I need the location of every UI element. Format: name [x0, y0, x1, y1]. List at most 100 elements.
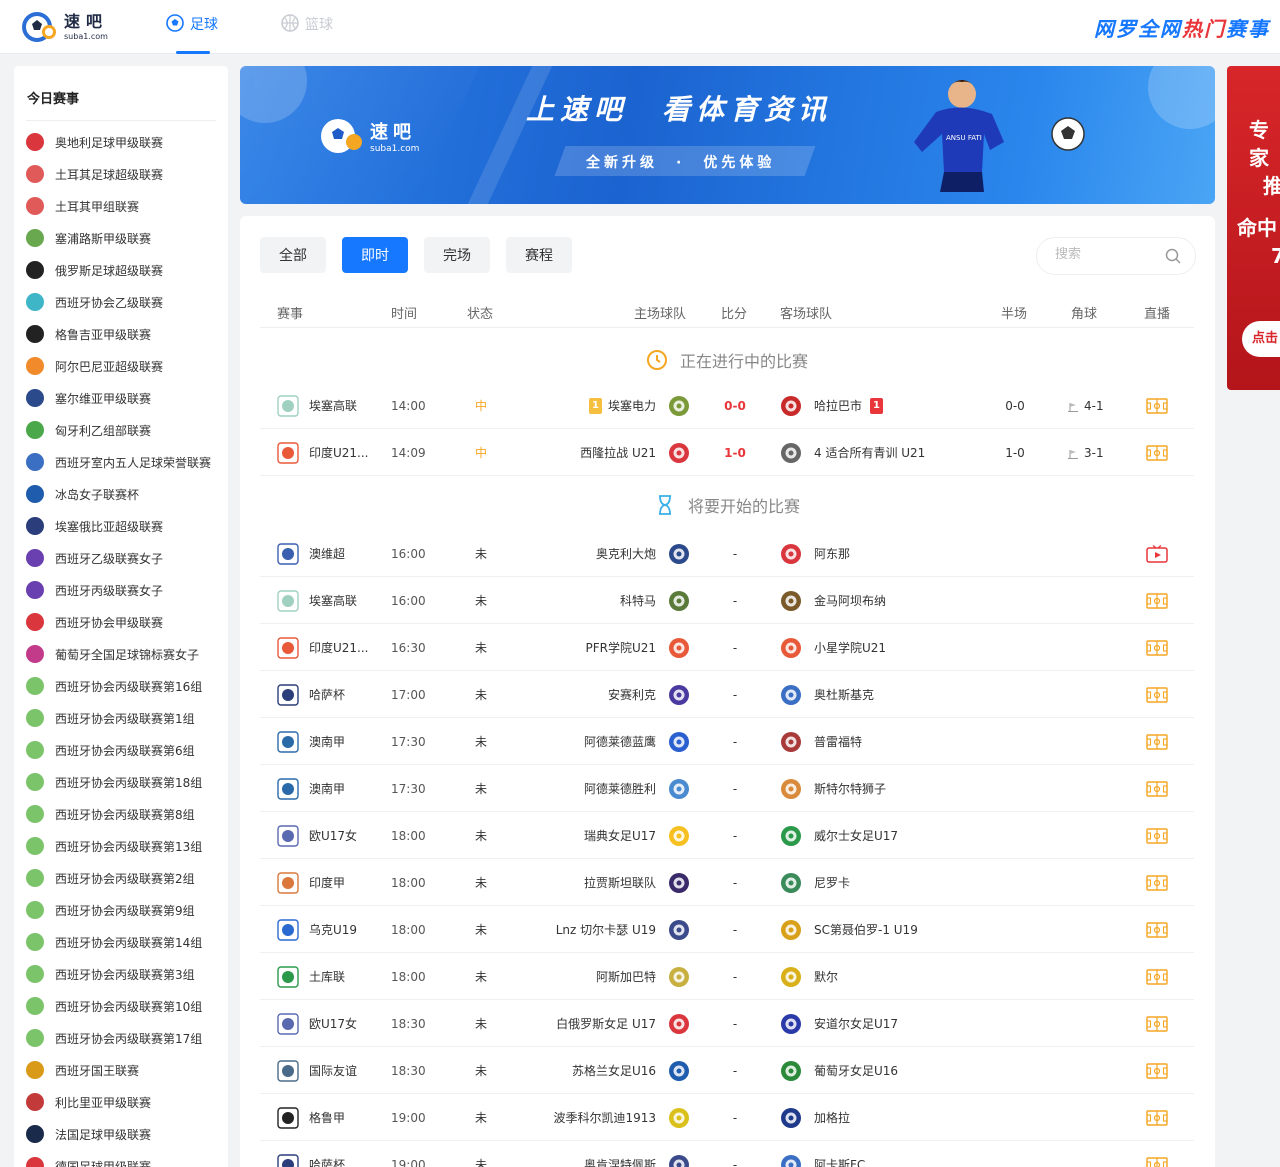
home-team[interactable]: 阿德莱德胜利	[584, 765, 690, 812]
match-league[interactable]: 埃塞高联	[277, 577, 387, 624]
live-field-icon[interactable]	[1146, 1000, 1168, 1047]
match-league[interactable]: 澳南甲	[277, 718, 387, 765]
home-team[interactable]: 1 埃塞电力	[588, 382, 690, 429]
match-league[interactable]: 哈萨杯	[277, 671, 387, 718]
home-team[interactable]: 拉贾斯坦联队	[584, 859, 690, 906]
filter-tab-schedule[interactable]: 赛程	[506, 237, 572, 273]
sidebar-league-item[interactable]: 西班牙协会丙级联赛第3组	[26, 958, 226, 990]
live-field-icon[interactable]	[1146, 382, 1168, 429]
away-team[interactable]: 4 适合所有青训 U21	[780, 429, 925, 476]
live-field-icon[interactable]	[1146, 429, 1168, 476]
away-team[interactable]: SC第聂伯罗-1 U19	[780, 906, 918, 953]
search-icon[interactable]	[1165, 248, 1181, 264]
sidebar-league-item[interactable]: 西班牙协会丙级联赛第8组	[26, 798, 226, 830]
away-team[interactable]: 加格拉	[780, 1094, 850, 1141]
match-row[interactable]: 印度甲 18:00 未 拉贾斯坦联队 - 尼罗卡	[260, 859, 1194, 906]
home-team[interactable]: 阿斯加巴特	[596, 953, 690, 1000]
home-team[interactable]: 波季科尔凯迪1913	[553, 1094, 690, 1141]
match-league[interactable]: 土库联	[277, 953, 387, 1000]
site-logo[interactable]: 速吧 suba1.com	[20, 10, 108, 44]
sidebar-league-item[interactable]: 塞尔维亚甲级联赛	[26, 382, 226, 414]
sidebar-league-item[interactable]: 西班牙协会丙级联赛第6组	[26, 734, 226, 766]
match-league[interactable]: 印度甲	[277, 859, 387, 906]
sidebar-league-item[interactable]: 冰岛女子联赛杯	[26, 478, 226, 510]
match-league[interactable]: 欧U17女	[277, 1000, 387, 1047]
match-league[interactable]: 印度U21...	[277, 624, 387, 671]
away-team[interactable]: 威尔士女足U17	[780, 812, 898, 859]
sidebar-league-item[interactable]: 西班牙协会丙级联赛第9组	[26, 894, 226, 926]
match-row[interactable]: 埃塞高联 16:00 未 科特马 - 金马阿坝布纳	[260, 577, 1194, 624]
sidebar-league-item[interactable]: 西班牙协会丙级联赛第2组	[26, 862, 226, 894]
match-league[interactable]: 埃塞高联	[277, 382, 387, 429]
nav-tab-basketball[interactable]: 篮球	[281, 14, 333, 54]
sidebar-league-item[interactable]: 西班牙协会甲级联赛	[26, 606, 226, 638]
match-row[interactable]: 印度U21... 16:30 未 PFR学院U21 - 小星学院U21	[260, 624, 1194, 671]
away-team[interactable]: 安道尔女足U17	[780, 1000, 898, 1047]
home-team[interactable]: 阿德莱德蓝鹰	[584, 718, 690, 765]
sidebar-league-item[interactable]: 德国足球甲级联赛	[26, 1150, 226, 1167]
home-team[interactable]: 安赛利克	[608, 671, 690, 718]
match-league[interactable]: 格鲁甲	[277, 1094, 387, 1141]
home-team[interactable]: 奥肯涅特佩斯	[584, 1141, 690, 1167]
sidebar-league-item[interactable]: 西班牙协会丙级联赛第16组	[26, 670, 226, 702]
sidebar-league-item[interactable]: 西班牙协会丙级联赛第17组	[26, 1022, 226, 1054]
match-row[interactable]: 印度U21... 14:09 中 西隆拉战 U21 1-0 4 适合所有青训 U21 1-0…	[260, 429, 1194, 476]
sidebar-league-item[interactable]: 西班牙协会丙级联赛第1组	[26, 702, 226, 734]
sidebar-league-item[interactable]: 俄罗斯足球超级联赛	[26, 254, 226, 286]
live-field-icon[interactable]	[1146, 953, 1168, 1000]
match-league[interactable]: 乌克U19	[277, 906, 387, 953]
filter-tab-all[interactable]: 全部	[260, 237, 326, 273]
filter-tab-live[interactable]: 即时	[342, 237, 408, 273]
match-row[interactable]: 乌克U19 18:00 未 Lnz 切尔卡瑟 U19 - SC第聂伯罗-1 U19	[260, 906, 1194, 953]
match-row[interactable]: 哈萨杯 19:00 未 奥肯涅特佩斯 - 阿卡斯FC	[260, 1141, 1194, 1167]
sidebar-league-item[interactable]: 西班牙协会丙级联赛第10组	[26, 990, 226, 1022]
sidebar-league-item[interactable]: 奥地利足球甲级联赛	[26, 126, 226, 158]
live-video-icon[interactable]	[1146, 530, 1168, 577]
home-team[interactable]: 白俄罗斯女足 U17	[556, 1000, 690, 1047]
home-team[interactable]: PFR学院U21	[585, 624, 690, 671]
match-league[interactable]: 哈萨杯	[277, 1141, 387, 1167]
away-team[interactable]: 斯特尔特狮子	[780, 765, 886, 812]
expert-promo-ad[interactable]: 专家推 命中 7 点击	[1227, 66, 1280, 390]
promo-banner[interactable]: 速吧 suba1.com 上速吧 看体育资讯 全新升级 · 优先体验 ANSU …	[240, 66, 1215, 204]
sidebar-league-item[interactable]: 利比里亚甲级联赛	[26, 1086, 226, 1118]
sidebar-league-item[interactable]: 法国足球甲级联赛	[26, 1118, 226, 1150]
match-row[interactable]: 国际友谊 18:30 未 苏格兰女足U16 - 葡萄牙女足U16	[260, 1047, 1194, 1094]
match-league[interactable]: 澳南甲	[277, 765, 387, 812]
sidebar-league-item[interactable]: 格鲁吉亚甲级联赛	[26, 318, 226, 350]
search-input[interactable]	[1055, 247, 1155, 262]
live-field-icon[interactable]	[1146, 765, 1168, 812]
home-team[interactable]: 西隆拉战 U21	[580, 429, 690, 476]
match-league[interactable]: 欧U17女	[277, 812, 387, 859]
match-row[interactable]: 欧U17女 18:00 未 瑞典女足U17 - 威尔士女足U17	[260, 812, 1194, 859]
away-team[interactable]: 阿东那	[780, 530, 850, 577]
away-team[interactable]: 金马阿坝布纳	[780, 577, 886, 624]
match-league[interactable]: 印度U21...	[277, 429, 387, 476]
match-row[interactable]: 格鲁甲 19:00 未 波季科尔凯迪1913 - 加格拉	[260, 1094, 1194, 1141]
match-row[interactable]: 澳南甲 17:30 未 阿德莱德蓝鹰 - 普雷福特	[260, 718, 1194, 765]
away-team[interactable]: 小星学院U21	[780, 624, 886, 671]
away-team[interactable]: 哈拉巴市 1	[780, 382, 884, 429]
match-row[interactable]: 埃塞高联 14:00 中 1 埃塞电力 0-0 哈拉巴市 1 0-0 4-1	[260, 382, 1194, 429]
home-team[interactable]: 苏格兰女足U16	[572, 1047, 690, 1094]
home-team[interactable]: Lnz 切尔卡瑟 U19	[556, 906, 690, 953]
home-team[interactable]: 瑞典女足U17	[584, 812, 690, 859]
sidebar-league-item[interactable]: 西班牙协会丙级联赛第14组	[26, 926, 226, 958]
live-field-icon[interactable]	[1146, 577, 1168, 624]
filter-tab-finished[interactable]: 完场	[424, 237, 490, 273]
sidebar-league-item[interactable]: 西班牙丙级联赛女子	[26, 574, 226, 606]
home-team[interactable]: 科特马	[620, 577, 690, 624]
sidebar-league-item[interactable]: 土耳其足球超级联赛	[26, 158, 226, 190]
away-team[interactable]: 普雷福特	[780, 718, 862, 765]
match-row[interactable]: 澳维超 16:00 未 奥克利大炮 - 阿东那	[260, 530, 1194, 577]
match-league[interactable]: 国际友谊	[277, 1047, 387, 1094]
nav-tab-football[interactable]: 足球	[166, 14, 218, 54]
sidebar-league-item[interactable]: 葡萄牙全国足球锦标赛女子	[26, 638, 226, 670]
sidebar-league-item[interactable]: 西班牙室内五人足球荣誉联赛	[26, 446, 226, 478]
live-field-icon[interactable]	[1146, 718, 1168, 765]
sidebar-league-item[interactable]: 西班牙国王联赛	[26, 1054, 226, 1086]
live-field-icon[interactable]	[1146, 812, 1168, 859]
match-row[interactable]: 哈萨杯 17:00 未 安赛利克 - 奥杜斯基克	[260, 671, 1194, 718]
sidebar-league-item[interactable]: 阿尔巴尼亚超级联赛	[26, 350, 226, 382]
match-row[interactable]: 土库联 18:00 未 阿斯加巴特 - 默尔	[260, 953, 1194, 1000]
